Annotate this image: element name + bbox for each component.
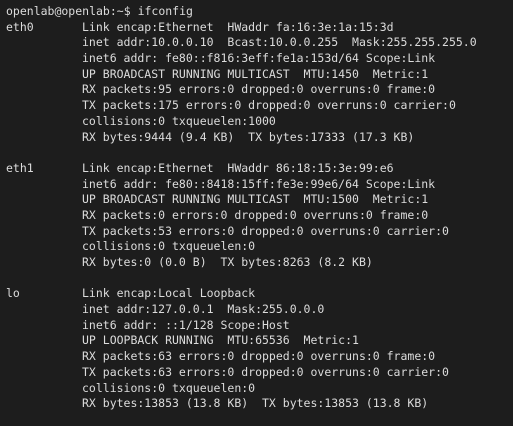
interface-detail: UP LOOPBACK RUNNING MTU:65536 Metric:1 — [82, 333, 359, 348]
interface-indent — [6, 349, 82, 365]
interface-line: inet6 addr: fe80::8418:15ff:fe3e:99e6/64… — [6, 177, 513, 193]
interface-indent — [6, 67, 82, 83]
interface-detail: collisions:0 txqueuelen:0 — [82, 239, 256, 254]
interface-indent — [6, 35, 82, 51]
interface-indent — [6, 333, 82, 349]
interface-indent — [6, 255, 82, 271]
interface-line: TX packets:175 errors:0 dropped:0 overru… — [6, 98, 513, 114]
interface-line: inet6 addr: fe80::f816:3eff:fe1a:153d/64… — [6, 51, 513, 67]
interface-line: UP BROADCAST RUNNING MULTICAST MTU:1500 … — [6, 192, 513, 208]
interface-detail: TX packets:175 errors:0 dropped:0 overru… — [82, 98, 456, 113]
interface-line: eth1 Link encap:Ethernet HWaddr 86:18:15:… — [6, 161, 513, 177]
interface-line: UP BROADCAST RUNNING MULTICAST MTU:1450 … — [6, 67, 513, 83]
interface-indent — [6, 114, 82, 130]
interface-detail: Link encap:Ethernet HWaddr 86:18:15:3e:9… — [82, 160, 394, 175]
interface-detail: UP BROADCAST RUNNING MULTICAST MTU:1500 … — [82, 192, 429, 207]
interface-line: RX packets:63 errors:0 dropped:0 overrun… — [6, 349, 513, 365]
interface-indent — [6, 318, 82, 334]
interface-block-eth0: eth0 Link encap:Ethernet HWaddr fa:16:3e:… — [6, 20, 513, 146]
interface-detail: TX packets:53 errors:0 dropped:0 overrun… — [82, 223, 449, 238]
interface-detail: RX packets:63 errors:0 dropped:0 overrun… — [82, 349, 436, 364]
interface-name: eth0 — [6, 19, 34, 34]
interface-indent — [6, 51, 82, 67]
interface-line: TX packets:63 errors:0 dropped:0 overrun… — [6, 365, 513, 381]
terminal-window[interactable]: openlab@openlab:~$ ifconfig eth0 Link enc… — [0, 0, 513, 426]
interface-line: inet addr:127.0.0.1 Mask:255.0.0.0 — [6, 302, 513, 318]
interface-indent — [6, 177, 82, 193]
interface-block-eth1: eth1 Link encap:Ethernet HWaddr 86:18:15:… — [6, 161, 513, 271]
interface-line: RX bytes:0 (0.0 B) TX bytes:8263 (8.2 KB… — [6, 255, 513, 271]
interface-line: lo Link encap:Local Loopback — [6, 286, 513, 302]
interface-indent — [6, 396, 82, 412]
interface-detail: inet6 addr: ::1/128 Scope:Host — [82, 317, 290, 332]
command-line: openlab@openlab:~$ ifconfig — [6, 4, 513, 20]
interface-indent — [6, 302, 82, 318]
interface-name: eth1 — [6, 160, 34, 175]
command-text: ifconfig — [137, 4, 193, 18]
interface-detail: inet6 addr: fe80::f816:3eff:fe1a:153d/64… — [82, 51, 436, 66]
interface-detail: RX packets:95 errors:0 dropped:0 overrun… — [82, 82, 436, 97]
interface-detail: TX packets:63 errors:0 dropped:0 overrun… — [82, 364, 449, 379]
interface-indent — [6, 192, 82, 208]
interface-detail: RX bytes:13853 (13.8 KB) TX bytes:13853 … — [82, 396, 429, 411]
interface-indent — [6, 82, 82, 98]
interface-indent — [6, 365, 82, 381]
interface-indent — [6, 208, 82, 224]
interface-indent — [6, 224, 82, 240]
interface-indent — [6, 130, 82, 146]
interface-line: collisions:0 txqueuelen:0 — [6, 381, 513, 397]
interface-detail: inet addr:127.0.0.1 Mask:255.0.0.0 — [82, 302, 325, 317]
interface-detail: RX bytes:9444 (9.4 KB) TX bytes:17333 (1… — [82, 129, 415, 144]
interface-name: lo — [6, 286, 20, 301]
interface-detail: collisions:0 txqueuelen:0 — [82, 380, 256, 395]
interface-line: collisions:0 txqueuelen:1000 — [6, 114, 513, 130]
interface-indent — [6, 381, 82, 397]
interface-indent — [6, 239, 82, 255]
interface-line: RX bytes:9444 (9.4 KB) TX bytes:17333 (1… — [6, 130, 513, 146]
interface-detail: inet6 addr: fe80::8418:15ff:fe3e:99e6/64… — [82, 176, 436, 191]
interface-detail: collisions:0 txqueuelen:1000 — [82, 113, 276, 128]
interface-detail: Link encap:Ethernet HWaddr fa:16:3e:1a:1… — [82, 19, 394, 34]
interface-detail: inet addr:10.0.0.10 Bcast:10.0.0.255 Mas… — [82, 35, 477, 50]
interface-block-lo: lo Link encap:Local Loopback inet addr:127… — [6, 286, 513, 412]
interface-line: RX packets:0 errors:0 dropped:0 overruns… — [6, 208, 513, 224]
interface-line: inet6 addr: ::1/128 Scope:Host — [6, 318, 513, 334]
interface-line: TX packets:53 errors:0 dropped:0 overrun… — [6, 224, 513, 240]
interface-line: collisions:0 txqueuelen:0 — [6, 239, 513, 255]
interface-line: RX packets:95 errors:0 dropped:0 overrun… — [6, 82, 513, 98]
interface-line: RX bytes:13853 (13.8 KB) TX bytes:13853 … — [6, 396, 513, 412]
interface-line: inet addr:10.0.0.10 Bcast:10.0.0.255 Mas… — [6, 35, 513, 51]
ifconfig-output: eth0 Link encap:Ethernet HWaddr fa:16:3e:… — [6, 20, 513, 412]
interface-detail: Link encap:Local Loopback — [82, 286, 256, 301]
shell-prompt: openlab@openlab:~$ — [6, 4, 138, 18]
interface-detail: UP BROADCAST RUNNING MULTICAST MTU:1450 … — [82, 66, 429, 81]
interface-detail: RX packets:0 errors:0 dropped:0 overruns… — [82, 207, 429, 222]
interface-indent — [6, 98, 82, 114]
interface-line: UP LOOPBACK RUNNING MTU:65536 Metric:1 — [6, 333, 513, 349]
interface-detail: RX bytes:0 (0.0 B) TX bytes:8263 (8.2 KB… — [82, 255, 373, 269]
interface-line: eth0 Link encap:Ethernet HWaddr fa:16:3e:… — [6, 20, 513, 36]
